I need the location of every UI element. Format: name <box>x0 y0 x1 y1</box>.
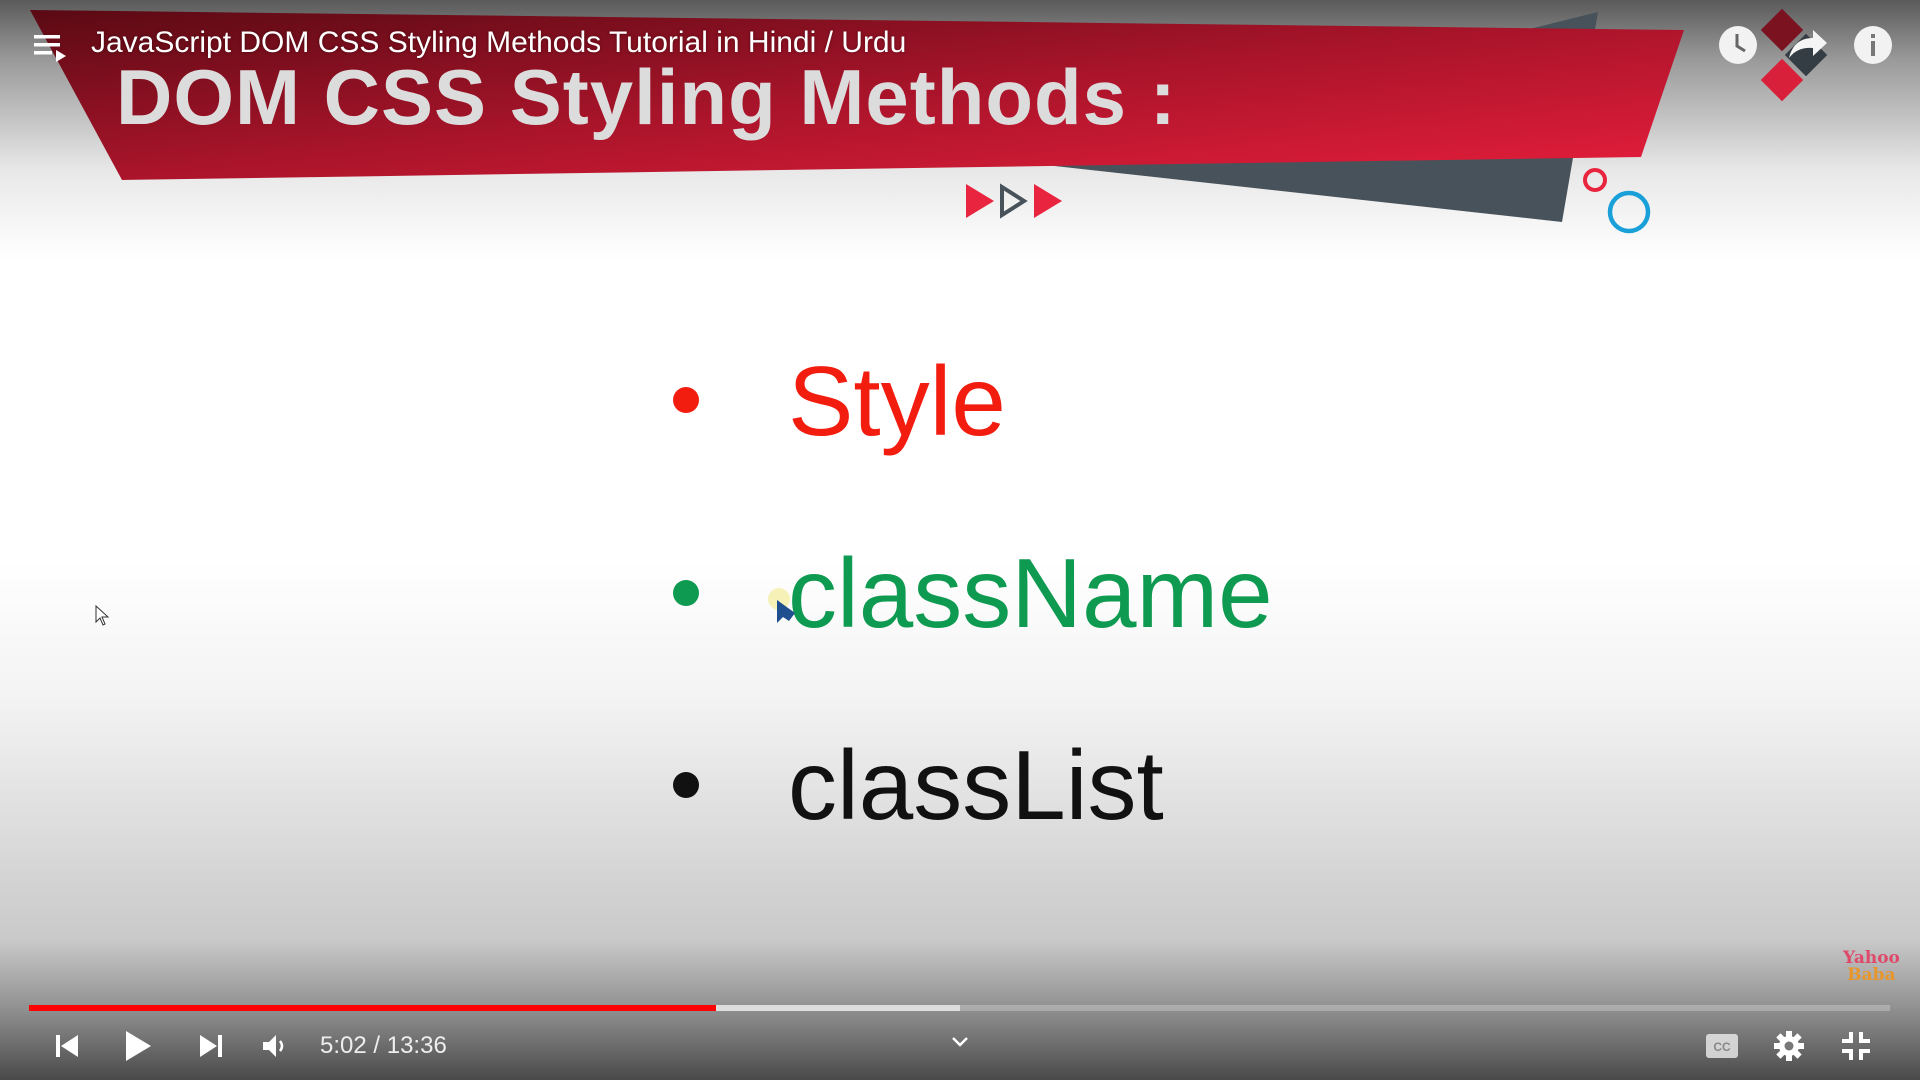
progress-bar[interactable] <box>29 1005 1890 1011</box>
info-button[interactable] <box>1853 25 1893 70</box>
list-item-classlist: classList <box>788 730 1164 840</box>
share-button[interactable] <box>1785 26 1829 67</box>
captions-button[interactable]: CC <box>1702 1026 1742 1066</box>
previous-icon <box>56 1035 78 1057</box>
bullet-dot <box>673 772 699 798</box>
next-button[interactable] <box>194 1026 228 1066</box>
playlist-icon[interactable] <box>34 32 68 69</box>
time-separator: / <box>366 1032 387 1059</box>
info-icon <box>1854 26 1892 64</box>
chevron-down-button[interactable] <box>946 1030 974 1054</box>
watch-later-icon <box>1719 26 1757 64</box>
played-bar <box>29 1005 716 1011</box>
next-icon <box>200 1035 222 1057</box>
slide-title: DOM CSS Styling Methods : <box>116 53 1177 141</box>
list-item-classname: className <box>788 538 1273 648</box>
exit-fullscreen-button[interactable] <box>1836 1026 1876 1066</box>
list-item-style: Style <box>788 346 1006 456</box>
arrows-decoration <box>966 183 1062 219</box>
play-icon <box>126 1031 151 1061</box>
play-button[interactable] <box>120 1026 156 1066</box>
recorded-cursor-icon <box>765 585 805 630</box>
watermark-line2: Baba <box>1847 965 1896 985</box>
volume-button[interactable] <box>258 1026 292 1066</box>
bullet-dot <box>673 580 699 606</box>
chevron-down-icon <box>952 1037 968 1047</box>
previous-button[interactable] <box>50 1026 84 1066</box>
volume-icon <box>263 1035 284 1057</box>
watermark-logo: Yahoo Baba <box>1843 950 1900 984</box>
exit-fullscreen-icon <box>1842 1032 1870 1060</box>
svg-text:CC: CC <box>1713 1040 1731 1054</box>
settings-icon <box>1774 1031 1804 1061</box>
captions-icon: CC <box>1706 1034 1738 1058</box>
time-display: 5:02 / 13:36 <box>320 1032 447 1060</box>
duration: 13:36 <box>386 1032 447 1059</box>
circle-decoration-red <box>1583 168 1607 192</box>
share-icon <box>1789 30 1827 58</box>
settings-button[interactable] <box>1769 1026 1809 1066</box>
watch-later-button[interactable] <box>1718 25 1758 70</box>
current-time: 5:02 <box>320 1032 367 1059</box>
mouse-cursor-icon <box>95 604 111 632</box>
circle-decoration-blue <box>1607 190 1651 234</box>
bullet-dot <box>673 387 699 413</box>
